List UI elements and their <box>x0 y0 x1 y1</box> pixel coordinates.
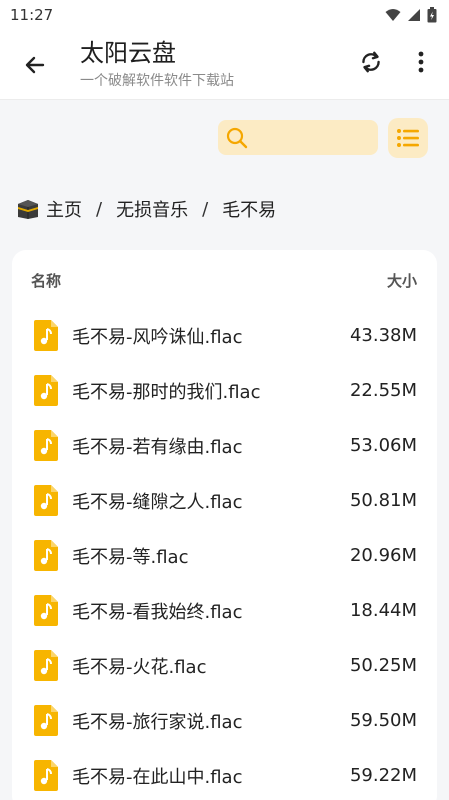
more-vertical-icon <box>418 51 424 73</box>
breadcrumb-label-home: 主页 <box>46 200 82 221</box>
file-row[interactable]: 毛不易-若有缘由.flac 53.06M <box>12 418 437 473</box>
file-size: 43.38M <box>349 325 417 346</box>
file-size: 53.06M <box>349 435 417 456</box>
file-name: 毛不易-在此山中.flac <box>72 766 243 788</box>
file-name: 毛不易-若有缘由.flac <box>72 436 243 458</box>
file-row[interactable]: 毛不易-缝隙之人.flac 50.81M <box>12 473 437 528</box>
breadcrumb: 主页 / 无损音乐 / 毛不易 <box>16 196 276 222</box>
file-name: 毛不易-等.flac <box>72 546 189 568</box>
file-row[interactable]: 毛不易-在此山中.flac 59.22M <box>12 748 437 800</box>
table-header: 名称 大小 <box>12 250 437 291</box>
search-input[interactable] <box>254 129 364 146</box>
file-size: 20.96M <box>349 545 417 566</box>
file-size: 18.44M <box>349 600 417 621</box>
file-size: 50.25M <box>349 655 417 676</box>
search-icon <box>226 127 248 148</box>
file-list-card: 名称 大小 毛不易-风吟诛仙.flac 43.38M 毛不易-那时的我们.fla… <box>12 250 437 800</box>
file-row[interactable]: 毛不易-等.flac 20.96M <box>12 528 437 583</box>
file-size: 59.22M <box>349 765 417 786</box>
breadcrumb-home[interactable]: 主页 <box>16 196 82 222</box>
file-row[interactable]: 毛不易-风吟诛仙.flac 43.38M <box>12 308 437 363</box>
search-row <box>0 118 449 158</box>
more-button[interactable] <box>401 42 441 82</box>
breadcrumb-label-lossless-music: 无损音乐 <box>116 200 189 221</box>
kaaba-icon <box>18 200 38 219</box>
refresh-button[interactable] <box>351 42 391 82</box>
app-bar: 太阳云盘 一个破解软件软件下载站 <box>0 30 449 100</box>
file-name: 毛不易-风吟诛仙.flac <box>72 326 243 348</box>
battery-icon <box>427 7 437 23</box>
breadcrumb-label-current: 毛不易 <box>222 200 277 221</box>
music-file-icon <box>34 705 58 736</box>
breadcrumb-current: 毛不易 <box>222 196 276 222</box>
page-title: 太阳云盘 <box>80 39 176 67</box>
file-name: 毛不易-看我始终.flac <box>72 601 243 623</box>
file-row[interactable]: 毛不易-那时的我们.flac 22.55M <box>12 363 437 418</box>
search-box[interactable] <box>218 120 378 155</box>
music-file-icon <box>34 430 58 461</box>
file-name: 毛不易-那时的我们.flac <box>72 381 261 403</box>
size-column-header[interactable]: 大小 <box>387 270 417 291</box>
wifi-icon <box>385 9 401 21</box>
list-view-button[interactable] <box>388 118 428 158</box>
breadcrumb-lossless-music[interactable]: 无损音乐 <box>116 196 188 222</box>
refresh-icon <box>362 51 380 73</box>
music-file-icon <box>34 320 58 351</box>
file-size: 22.55M <box>349 380 417 401</box>
file-row[interactable]: 毛不易-旅行家说.flac 59.50M <box>12 693 437 748</box>
file-size: 59.50M <box>349 710 417 731</box>
breadcrumb-separator: / <box>202 198 209 220</box>
music-file-icon <box>34 595 58 626</box>
status-icons <box>385 7 437 23</box>
music-file-icon <box>34 375 58 406</box>
status-bar: 11:27 <box>0 0 449 30</box>
file-name: 毛不易-缝隙之人.flac <box>72 491 243 513</box>
list-view-icon <box>397 129 419 147</box>
file-name: 毛不易-旅行家说.flac <box>72 711 243 733</box>
music-file-icon <box>34 485 58 516</box>
status-time: 11:27 <box>10 6 54 24</box>
file-size: 50.81M <box>349 490 417 511</box>
signal-icon <box>408 9 420 21</box>
music-file-icon <box>34 760 58 791</box>
file-row[interactable]: 毛不易-火花.flac 50.25M <box>12 638 437 693</box>
app-bar-actions <box>351 42 441 82</box>
page-subtitle: 一个破解软件软件下载站 <box>80 73 234 89</box>
file-row[interactable]: 毛不易-看我始终.flac 18.44M <box>12 583 437 638</box>
title-block: 太阳云盘 一个破解软件软件下载站 <box>80 38 234 90</box>
file-rows: 毛不易-风吟诛仙.flac 43.38M 毛不易-那时的我们.flac 22.5… <box>12 308 437 800</box>
file-name: 毛不易-火花.flac <box>72 656 207 678</box>
music-file-icon <box>34 540 58 571</box>
breadcrumb-separator: / <box>96 198 103 220</box>
music-file-icon <box>34 650 58 681</box>
name-column-header[interactable]: 名称 <box>31 270 61 291</box>
arrow-left-icon <box>25 56 45 73</box>
back-button[interactable] <box>0 30 70 100</box>
